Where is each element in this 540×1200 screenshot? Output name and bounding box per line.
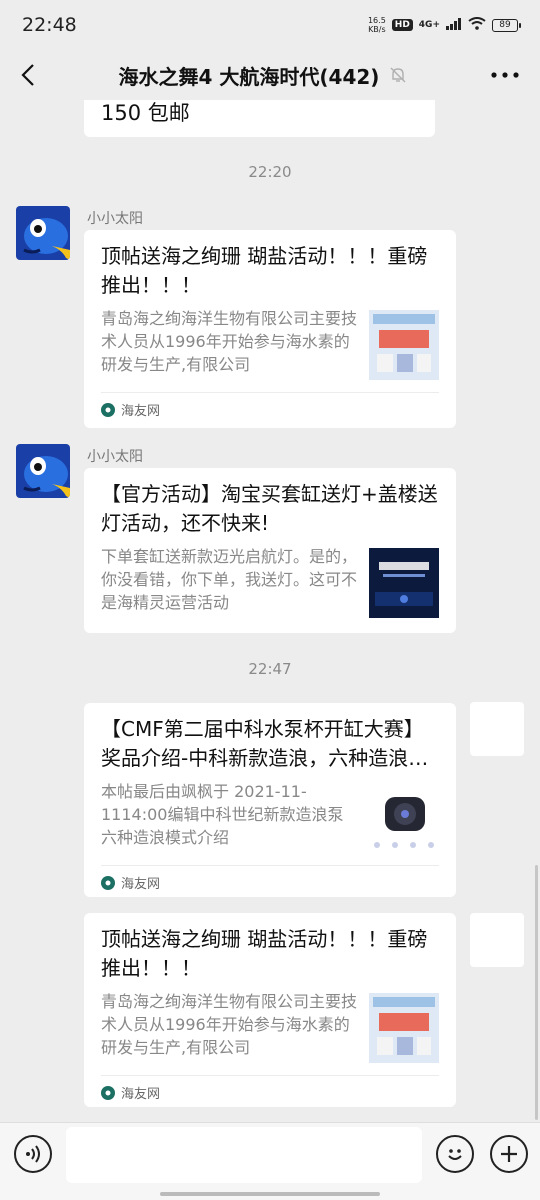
avatar[interactable] xyxy=(16,206,70,260)
card-body: 青岛海之绚海洋生物有限公司主要技术人员从1996年开始参与海水素的研发与生产,有… xyxy=(101,307,439,380)
card-source: 海友网 xyxy=(101,865,439,899)
card-description: 青岛海之绚海洋生物有限公司主要技术人员从1996年开始参与海水素的研发与生产,有… xyxy=(101,992,358,1057)
bell-off-icon xyxy=(389,66,407,84)
link-card[interactable]: 【CMF第二届中科水泵杯开缸大赛】奖品介绍-中科新款造浪，六种造浪模式 本帖最后… xyxy=(84,703,456,897)
sender-name: 小小太阳 xyxy=(87,449,143,465)
card-thumbnail xyxy=(369,783,439,853)
battery-level: 89 xyxy=(499,20,511,30)
net-speed-unit: KB/s xyxy=(368,25,386,34)
voice-icon[interactable] xyxy=(14,1135,52,1173)
chat-header: 海水之舞4 大航海时代(442) xyxy=(0,50,540,100)
source-name: 海友网 xyxy=(121,404,161,419)
emoji-icon[interactable] xyxy=(436,1135,474,1173)
link-card[interactable]: 顶帖送海之绚珊 瑚盐活动！！！重磅推出！！！ 青岛海之绚海洋生物有限公司主要技术… xyxy=(84,913,456,1107)
card-thumbnail xyxy=(369,310,439,380)
source-logo-icon xyxy=(101,1085,115,1100)
input-bar xyxy=(0,1122,540,1200)
avatar[interactable] xyxy=(470,913,524,967)
battery-icon: 89 xyxy=(492,18,521,32)
network-type: 4G+ xyxy=(418,20,440,30)
more-dots-icon[interactable] xyxy=(470,50,540,100)
chat-title: 海水之舞4 大航海时代(442) xyxy=(118,64,380,89)
status-time: 22:48 xyxy=(22,14,77,36)
signal-icon xyxy=(446,17,462,33)
link-card[interactable]: 顶帖送海之绚珊 瑚盐活动！！！重磅推出！！！ 青岛海之绚海洋生物有限公司主要技术… xyxy=(84,230,456,428)
back-arrow-icon[interactable] xyxy=(0,50,56,100)
sender-name: 小小太阳 xyxy=(87,211,143,227)
card-title: 顶帖送海之绚珊 瑚盐活动！！！重磅推出！！！ xyxy=(101,244,428,297)
card-description: 本帖最后由飒枫于 2021-11-1114:00编辑中科世纪新款造浪泵六种造浪模… xyxy=(101,782,344,847)
chat-title-wrap: 海水之舞4 大航海时代(442) xyxy=(56,61,470,90)
card-title: 【CMF第二届中科水泵杯开缸大赛】奖品介绍-中科新款造浪，六种造浪模式 xyxy=(101,717,429,770)
card-thumbnail xyxy=(369,548,439,618)
partial-message-text: 150 包邮 xyxy=(101,101,190,125)
source-logo-icon xyxy=(101,875,115,890)
card-body: 本帖最后由飒枫于 2021-11-1114:00编辑中科世纪新款造浪泵六种造浪模… xyxy=(101,780,439,853)
card-source: 海友网 xyxy=(101,1075,439,1109)
card-title: 【官方活动】淘宝买套缸送灯+盖楼送灯活动，还不快来! xyxy=(101,482,438,535)
status-indicators: 16.5 KB/s HD 4G+ 89 xyxy=(368,16,521,34)
card-body: 青岛海之绚海洋生物有限公司主要技术人员从1996年开始参与海水素的研发与生产,有… xyxy=(101,990,439,1063)
link-card[interactable]: 【官方活动】淘宝买套缸送灯+盖楼送灯活动，还不快来! 下单套缸送新款迈光启航灯。… xyxy=(84,468,456,633)
card-body: 下单套缸送新款迈光启航灯。是的，你没看错，你下单，我送灯。这可不是海精灵运营活动 xyxy=(101,545,439,618)
status-bar: 22:48 16.5 KB/s HD 4G+ 89 xyxy=(0,0,540,50)
card-title: 顶帖送海之绚珊 瑚盐活动！！！重磅推出！！！ xyxy=(101,927,428,980)
avatar[interactable] xyxy=(16,444,70,498)
source-name: 海友网 xyxy=(121,1087,161,1102)
scrollbar[interactable] xyxy=(535,865,538,1120)
timestamp: 22:20 xyxy=(248,163,292,181)
home-indicator[interactable] xyxy=(160,1192,380,1196)
card-source: 海友网 xyxy=(101,392,439,426)
net-speed: 16.5 KB/s xyxy=(368,16,386,34)
source-logo-icon xyxy=(101,402,115,417)
card-thumbnail xyxy=(369,993,439,1063)
hd-badge: HD xyxy=(391,19,413,31)
chat-messages[interactable]: 150 包邮 22:20 小小太阳 顶帖送海之绚珊 瑚盐活动！！！重磅推出！！！… xyxy=(0,100,540,1122)
timestamp: 22:47 xyxy=(248,660,292,678)
message-input[interactable] xyxy=(66,1127,422,1183)
net-speed-value: 16.5 xyxy=(367,16,386,25)
partial-message-bubble[interactable]: 150 包邮 xyxy=(84,100,435,137)
plus-icon[interactable] xyxy=(490,1135,528,1173)
source-name: 海友网 xyxy=(121,877,161,892)
card-description: 下单套缸送新款迈光启航灯。是的，你没看错，你下单，我送灯。这可不是海精灵运营活动 xyxy=(101,547,358,612)
avatar[interactable] xyxy=(470,702,524,756)
wifi-icon xyxy=(468,17,486,33)
card-description: 青岛海之绚海洋生物有限公司主要技术人员从1996年开始参与海水素的研发与生产,有… xyxy=(101,309,358,374)
